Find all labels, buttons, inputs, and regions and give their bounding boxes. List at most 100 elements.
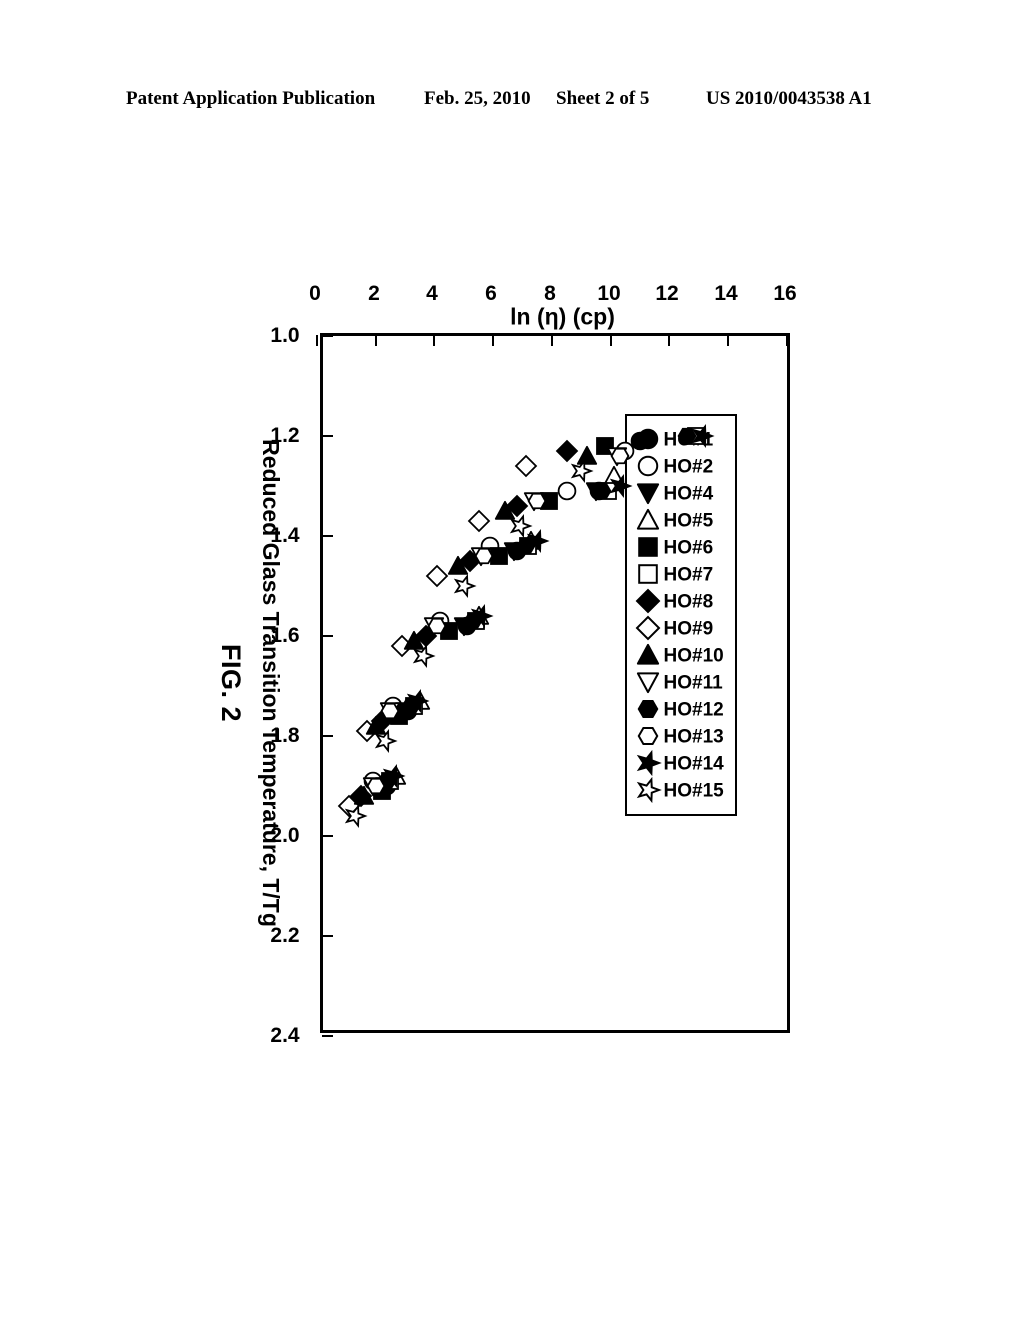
data-point bbox=[557, 481, 577, 501]
legend-label: HO#4 bbox=[663, 483, 714, 504]
data-point bbox=[427, 616, 447, 636]
legend-marker-open-left-triangle-icon bbox=[635, 508, 660, 533]
data-point bbox=[355, 719, 379, 743]
data-point bbox=[366, 776, 386, 796]
plot-area: HO#1 HO#2 HO#4 HO#5 HO#6 HO#7 HO#8 HO#9 HO#10 HO#… bbox=[270, 282, 796, 1047]
data-point bbox=[468, 605, 489, 626]
legend-label: HO#5 bbox=[663, 510, 714, 531]
legend-marker-filled-left-triangle-icon bbox=[635, 643, 660, 668]
y-axis-tick bbox=[609, 335, 612, 346]
data-point bbox=[439, 621, 459, 641]
legend-entry: HO#8 bbox=[635, 588, 728, 615]
legend-label: HO#2 bbox=[663, 456, 714, 477]
data-point bbox=[378, 771, 398, 791]
legend-entry: HO#12 bbox=[635, 696, 728, 723]
data-point bbox=[509, 514, 533, 538]
data-point bbox=[380, 701, 400, 721]
data-point bbox=[458, 549, 482, 573]
data-point bbox=[457, 616, 477, 636]
data-point bbox=[370, 709, 393, 733]
data-point bbox=[453, 574, 477, 598]
legend-marker-open-right-triangle-icon bbox=[635, 671, 660, 695]
y-axis-tick-label: 14 bbox=[714, 282, 738, 305]
legend-label: HO#9 bbox=[663, 618, 714, 639]
y-axis-tick-label: 12 bbox=[655, 282, 680, 305]
legend-entry: HO#10 bbox=[635, 642, 728, 669]
data-point bbox=[592, 481, 612, 501]
y-axis-tick-label: 8 bbox=[544, 282, 556, 305]
data-point bbox=[409, 690, 430, 711]
figure-caption: FIG. 2 bbox=[216, 643, 246, 722]
data-point bbox=[386, 765, 407, 786]
legend-label: HO#10 bbox=[663, 645, 724, 666]
data-point bbox=[519, 536, 539, 556]
data-point bbox=[466, 611, 486, 631]
data-point bbox=[527, 491, 547, 511]
data-point bbox=[345, 804, 368, 828]
data-point bbox=[363, 771, 383, 791]
x-axis-tick bbox=[322, 835, 333, 837]
y-axis-tick-label: 10 bbox=[597, 282, 621, 305]
data-point bbox=[398, 701, 418, 721]
legend-label: HO#13 bbox=[663, 726, 724, 747]
data-point bbox=[494, 500, 516, 521]
y-axis-tick bbox=[374, 335, 377, 346]
y-axis-tick-label: 2 bbox=[367, 282, 380, 305]
data-point bbox=[424, 616, 445, 637]
data-point bbox=[349, 784, 373, 808]
legend-entry: HO#13 bbox=[635, 723, 728, 750]
data-point bbox=[380, 701, 401, 722]
x-axis-tick bbox=[322, 535, 333, 537]
y-axis-tick bbox=[551, 335, 553, 346]
data-point bbox=[447, 555, 469, 576]
legend-entry: HO#6 bbox=[635, 534, 728, 561]
data-point bbox=[426, 564, 449, 588]
data-point bbox=[383, 696, 403, 716]
data-point bbox=[471, 546, 492, 567]
data-point bbox=[503, 541, 524, 562]
legend-entry: HO#4 bbox=[635, 480, 728, 507]
data-point bbox=[595, 436, 615, 456]
data-point bbox=[412, 644, 436, 668]
data-point bbox=[372, 781, 392, 801]
y-axis-tick bbox=[786, 335, 788, 346]
legend-label: HO#6 bbox=[663, 537, 714, 558]
x-axis-tick bbox=[322, 935, 333, 937]
legend-marker-open-circle-icon bbox=[635, 455, 659, 479]
legend-entry: HO#7 bbox=[635, 561, 728, 588]
data-point bbox=[395, 701, 416, 722]
figure-2: HO#1 HO#2 HO#4 HO#5 HO#6 HO#7 HO#8 HO#9 HO#10 HO#… bbox=[212, 275, 812, 1075]
data-point bbox=[390, 634, 414, 658]
data-point bbox=[539, 491, 559, 511]
y-axis-tick bbox=[492, 335, 495, 346]
y-axis-tick-label: 16 bbox=[773, 282, 797, 305]
data-point bbox=[353, 785, 375, 806]
data-point bbox=[430, 611, 450, 631]
data-point bbox=[338, 794, 361, 818]
data-point bbox=[507, 541, 527, 561]
legend-entry: HO#9 bbox=[635, 615, 728, 642]
y-axis-tick-label: 0 bbox=[309, 282, 321, 305]
data-point bbox=[406, 689, 430, 713]
y-axis-tick-label: 4 bbox=[426, 282, 439, 305]
legend-label: HO#11 bbox=[663, 672, 723, 693]
data-point bbox=[571, 459, 594, 483]
data-point bbox=[414, 624, 437, 648]
legend-entry: HO#2 bbox=[635, 453, 728, 480]
data-point bbox=[598, 481, 618, 501]
data-point bbox=[365, 715, 386, 736]
data-point bbox=[383, 764, 406, 788]
y-axis-tick-label: 6 bbox=[485, 282, 498, 305]
x-axis-tick bbox=[322, 1035, 333, 1037]
data-point bbox=[362, 776, 383, 797]
header-sheet-label: Sheet 2 of 5 bbox=[556, 88, 650, 109]
legend-label: HO#14 bbox=[663, 753, 724, 774]
data-point bbox=[589, 481, 609, 501]
data-point bbox=[577, 445, 598, 466]
legend-marker-filled-hexagon-icon bbox=[635, 698, 659, 722]
y-axis-tick bbox=[668, 335, 671, 346]
data-point bbox=[480, 536, 500, 556]
legend-marker-filled-right-triangle-icon bbox=[635, 482, 660, 506]
legend-entry: HO#5 bbox=[635, 507, 728, 534]
data-point bbox=[380, 771, 400, 791]
